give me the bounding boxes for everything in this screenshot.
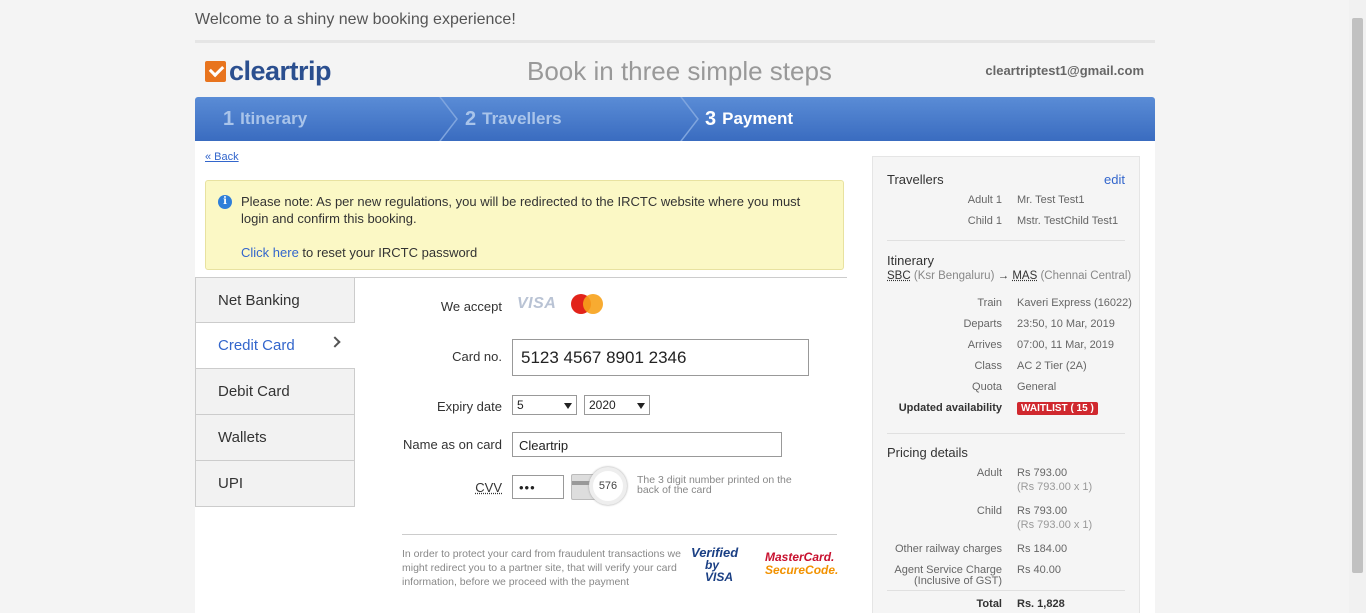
cvv-input[interactable]: ••• [512,475,564,499]
name-on-card-label: Name as on card [403,437,502,452]
user-email: cleartriptest1@gmail.com [985,63,1144,78]
tab-wallets[interactable]: Wallets [195,415,355,461]
card-number-label: Card no. [452,349,502,364]
tab-credit-card[interactable]: Credit Card [195,323,355,369]
waitlist-badge: WAITLIST ( 15 ) [1017,402,1098,415]
expiry-month-select[interactable]: 5 [512,395,577,415]
welcome-text: Welcome to a shiny new booking experienc… [195,11,516,28]
reset-password-line: Click here to reset your IRCTC password [241,245,478,260]
booking-steps: 1 Itinerary 2 Travellers 3 Payment [195,97,1155,141]
route: SBC (Ksr Bengaluru) → MAS (Chennai Centr… [887,270,1132,282]
mastercard-logo [571,294,603,314]
main-content: « Back i Please note: As per new regulat… [195,141,1155,613]
tab-upi[interactable]: UPI [195,461,355,507]
page-scrollbar[interactable] [1349,0,1366,613]
back-link[interactable]: « Back [205,151,239,163]
irctc-notice: i Please note: As per new regulations, y… [205,180,844,270]
we-accept-label: We accept [440,299,502,314]
cvv-label: CVV [475,480,502,495]
dropdown-arrow-icon [564,403,572,409]
step-itinerary[interactable]: 1 Itinerary [223,97,307,141]
brand-name: cleartrip [229,56,332,86]
visa-logo: VISA [517,295,557,312]
step-payment[interactable]: 3 Payment [705,97,793,141]
dropdown-arrow-icon [637,403,645,409]
reset-password-link[interactable]: Click here [241,245,299,260]
expiry-year-select[interactable]: 2020 [584,395,650,415]
header-divider [195,40,1155,43]
tab-debit-card[interactable]: Debit Card [195,369,355,415]
cvv-sample: 576 [589,467,627,505]
expiry-label: Expiry date [436,399,502,414]
checkmark-icon [205,61,226,82]
name-on-card-input[interactable]: Cleartrip [512,432,782,457]
info-icon: i [218,195,232,209]
tab-net-banking[interactable]: Net Banking [195,277,355,323]
itinerary-heading: Itinerary [887,253,934,268]
payment-method-tabs: Net Banking Credit Card Debit Card Walle… [195,277,355,507]
page-tagline: Book in three simple steps [527,56,832,86]
mastercard-securecode-logo: MasterCard. SecureCode. [765,550,839,577]
card-number-input[interactable]: 5123 4567 8901 2346 [512,339,809,376]
protection-note: In order to protect your card from fraud… [402,548,681,588]
booking-summary: Travellers edit Adult 1 Mr. Test Test1 C… [872,156,1140,613]
cvv-help-text: The 3 digit number printed on the back o… [637,474,792,496]
travellers-heading: Travellers [887,172,944,187]
verified-by-visa-logo: Verified by VISA [691,545,739,584]
edit-travellers-link[interactable]: edit [1104,172,1125,187]
pricing-heading: Pricing details [887,445,968,460]
form-divider [355,277,847,278]
step-travellers[interactable]: 2 Travellers [465,97,562,141]
chevron-right-icon [329,336,341,348]
security-divider [402,534,837,535]
scrollbar-thumb[interactable] [1352,18,1363,573]
notice-text: Please note: As per new regulations, you… [241,194,801,226]
cleartrip-logo[interactable]: cleartrip [205,56,332,87]
